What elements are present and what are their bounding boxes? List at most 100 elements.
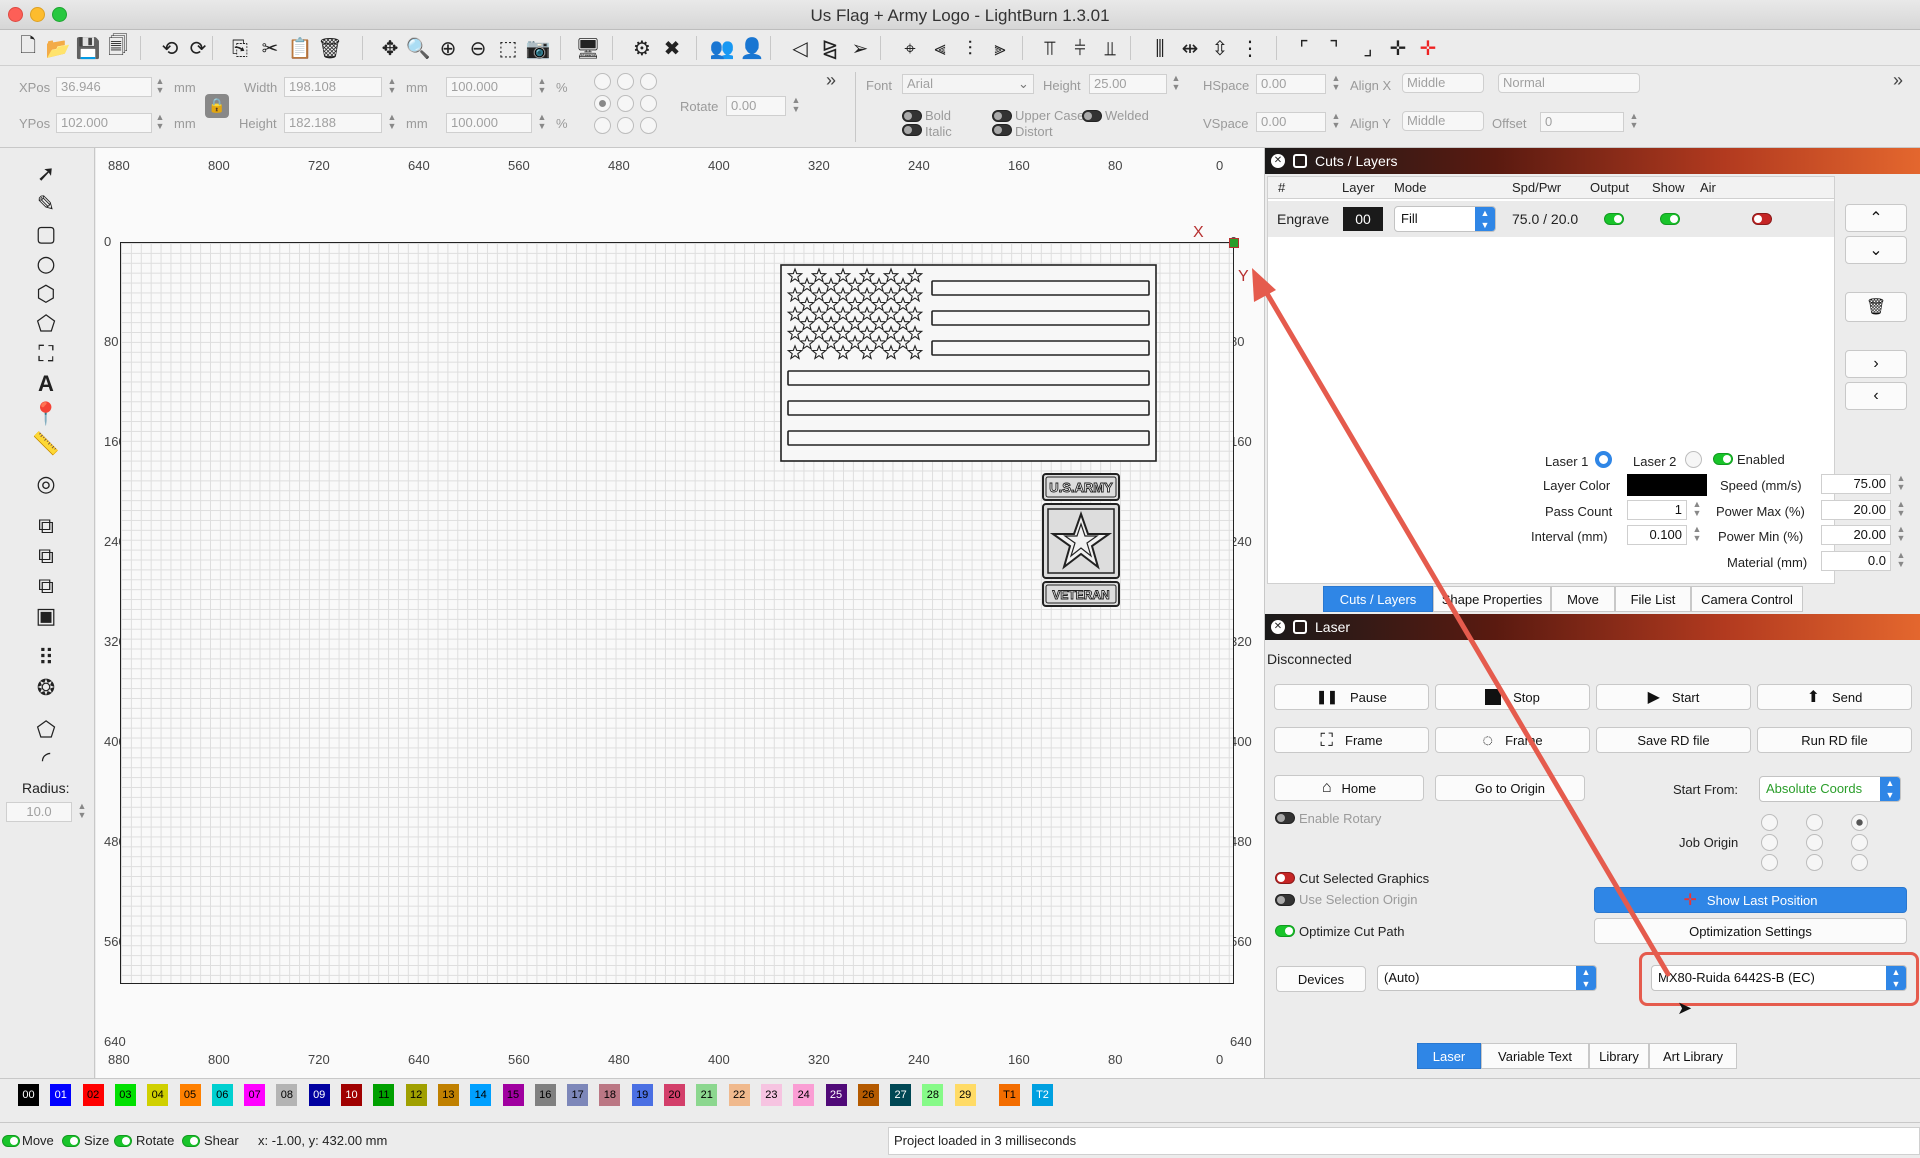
- offset-stepper[interactable]: ▲ ▼: [1628, 112, 1640, 132]
- start-from-select[interactable]: Absolute Coords ▲ ▼: [1759, 776, 1901, 802]
- boolean-subtract-icon[interactable]: ⧉: [31, 542, 61, 570]
- palette-swatch-09[interactable]: 09: [308, 1084, 330, 1106]
- rotate-input[interactable]: 0.00: [726, 96, 786, 116]
- width-input[interactable]: 198.108: [284, 77, 382, 97]
- job-origin-top-right[interactable]: [1851, 814, 1868, 831]
- align-middle-icon[interactable]: ⫩: [1066, 34, 1094, 62]
- distribute-icon[interactable]: ⫼: [1146, 34, 1174, 62]
- weld-icon[interactable]: ▣: [31, 602, 61, 630]
- vspace-input[interactable]: 0.00: [1256, 112, 1326, 132]
- xpos-input[interactable]: 36.946: [56, 77, 152, 97]
- copy-icon[interactable]: ⎘: [226, 34, 254, 62]
- job-origin-top-left[interactable]: [1761, 814, 1778, 831]
- width-stepper[interactable]: ▲ ▼: [386, 77, 398, 97]
- paste-icon[interactable]: 📋: [286, 34, 314, 62]
- zoom-in-icon[interactable]: ⊕: [434, 34, 462, 62]
- palette-swatch-03[interactable]: 03: [114, 1084, 136, 1106]
- palette-swatch-T1[interactable]: T1: [999, 1084, 1020, 1106]
- camera-icon[interactable]: 📷: [524, 34, 552, 62]
- zoom-out-icon[interactable]: ⊖: [464, 34, 492, 62]
- upper-case-toggle[interactable]: [992, 110, 1012, 122]
- palette-swatch-25[interactable]: 25: [825, 1084, 847, 1106]
- undock-panel-icon[interactable]: [1293, 154, 1307, 168]
- size-toggle[interactable]: [62, 1135, 80, 1147]
- hspace-stepper[interactable]: ▲ ▼: [1330, 74, 1342, 94]
- pause-button[interactable]: ❚❚ Pause: [1274, 684, 1429, 710]
- ypos-stepper[interactable]: ▲ ▼: [154, 113, 166, 133]
- palette-swatch-11[interactable]: 11: [373, 1084, 395, 1106]
- palette-swatch-23[interactable]: 23: [760, 1084, 782, 1106]
- palette-swatch-13[interactable]: 13: [437, 1084, 459, 1106]
- palette-swatch-12[interactable]: 12: [405, 1084, 427, 1106]
- pass-count-stepper[interactable]: ▲ ▼: [1691, 500, 1703, 520]
- align-top-icon[interactable]: ⫪: [1036, 34, 1064, 62]
- corner2-icon[interactable]: ⌝: [1320, 34, 1348, 62]
- laser2-radio[interactable]: [1685, 451, 1702, 468]
- crosshair-icon[interactable]: ✛: [1384, 34, 1412, 62]
- save-icon[interactable]: 💾: [74, 34, 102, 62]
- power-min-input[interactable]: 20.00: [1821, 525, 1891, 545]
- pen-tool-icon[interactable]: ✎: [31, 190, 61, 218]
- power-max-input[interactable]: 20.00: [1821, 500, 1891, 520]
- align-y-select[interactable]: Middle: [1402, 111, 1484, 131]
- move-icon[interactable]: ✥: [376, 34, 404, 62]
- save-as-icon[interactable]: 🗐: [104, 33, 132, 62]
- palette-swatch-15[interactable]: 15: [502, 1084, 524, 1106]
- expand-toolbar2-icon[interactable]: »: [1893, 70, 1903, 91]
- close-laser-panel-icon[interactable]: ✕: [1271, 620, 1285, 634]
- mirror-icon[interactable]: ◁: [786, 34, 814, 62]
- delete-icon[interactable]: 🗑: [316, 34, 344, 62]
- close-panel-icon[interactable]: ✕: [1271, 154, 1285, 168]
- vspace-stepper[interactable]: ▲ ▼: [1330, 112, 1342, 132]
- tab-art-library[interactable]: Art Library: [1649, 1043, 1737, 1069]
- open-file-icon[interactable]: 📂: [44, 34, 72, 62]
- anchor-middle-center[interactable]: [617, 95, 634, 112]
- height-stepper[interactable]: ▲ ▼: [386, 113, 398, 133]
- palette-swatch-26[interactable]: 26: [857, 1084, 879, 1106]
- select-frame-icon[interactable]: ⬚: [494, 34, 522, 62]
- tab-move[interactable]: Move: [1551, 586, 1615, 612]
- run-rd-button[interactable]: Run RD file: [1757, 727, 1912, 753]
- tab-camera-control[interactable]: Camera Control: [1691, 586, 1803, 612]
- send-button[interactable]: ⬆ Send: [1757, 684, 1912, 710]
- anchor-top-center[interactable]: [617, 73, 634, 90]
- tab-laser[interactable]: Laser: [1417, 1043, 1481, 1069]
- width-percent-input[interactable]: 100.000: [446, 77, 532, 97]
- tab-variable-text[interactable]: Variable Text: [1481, 1043, 1589, 1069]
- height-percent-input[interactable]: 100.000: [446, 113, 532, 133]
- anchor-bottom-center[interactable]: [617, 117, 634, 134]
- material-stepper[interactable]: ▲ ▼: [1895, 551, 1907, 571]
- layer-color-swatch[interactable]: [1627, 474, 1707, 496]
- zoom-icon[interactable]: 🔍: [404, 34, 432, 62]
- pass-count-input[interactable]: 1: [1627, 500, 1687, 520]
- tab-shape-properties[interactable]: Shape Properties: [1433, 586, 1551, 612]
- palette-swatch-18[interactable]: 18: [599, 1084, 621, 1106]
- edit-nodes-icon[interactable]: ⬠: [31, 716, 61, 744]
- speed-stepper[interactable]: ▲ ▼: [1895, 474, 1907, 494]
- tab-library[interactable]: Library: [1589, 1043, 1649, 1069]
- settings-icon[interactable]: ⚙: [628, 34, 656, 62]
- save-rd-button[interactable]: Save RD file: [1596, 727, 1751, 753]
- anchor-middle-left[interactable]: [594, 95, 611, 112]
- anchor-top-left[interactable]: [594, 73, 611, 90]
- material-input[interactable]: 0.0: [1821, 551, 1891, 571]
- target-icon[interactable]: ⌖: [896, 34, 924, 62]
- palette-swatch-20[interactable]: 20: [664, 1084, 685, 1106]
- lock-aspect-icon[interactable]: 🔒: [205, 94, 229, 118]
- army-logo-drawing[interactable]: U.S.ARMY VETERAN: [1041, 472, 1121, 608]
- move-layer-up-button[interactable]: ⌃: [1845, 204, 1907, 232]
- polygon-tool-icon[interactable]: ⬡: [31, 280, 61, 308]
- distort-toggle[interactable]: [992, 124, 1012, 136]
- job-origin-top-center[interactable]: [1806, 814, 1823, 831]
- expand-right-button[interactable]: ›: [1845, 350, 1907, 378]
- rectangle-tool-icon[interactable]: ▢: [31, 220, 61, 248]
- undo-icon[interactable]: ⟲: [156, 34, 184, 62]
- layer-output-toggle[interactable]: [1604, 213, 1624, 225]
- distribute-v-icon[interactable]: ⇳: [1206, 34, 1234, 62]
- power-max-stepper[interactable]: ▲ ▼: [1895, 500, 1907, 520]
- tab-file-list[interactable]: File List: [1615, 586, 1691, 612]
- italic-toggle[interactable]: [902, 124, 922, 136]
- circular-array-icon[interactable]: ❂: [31, 674, 61, 702]
- show-last-position-button[interactable]: ✛ Show Last Position: [1594, 887, 1907, 913]
- shear-toggle[interactable]: [182, 1135, 200, 1147]
